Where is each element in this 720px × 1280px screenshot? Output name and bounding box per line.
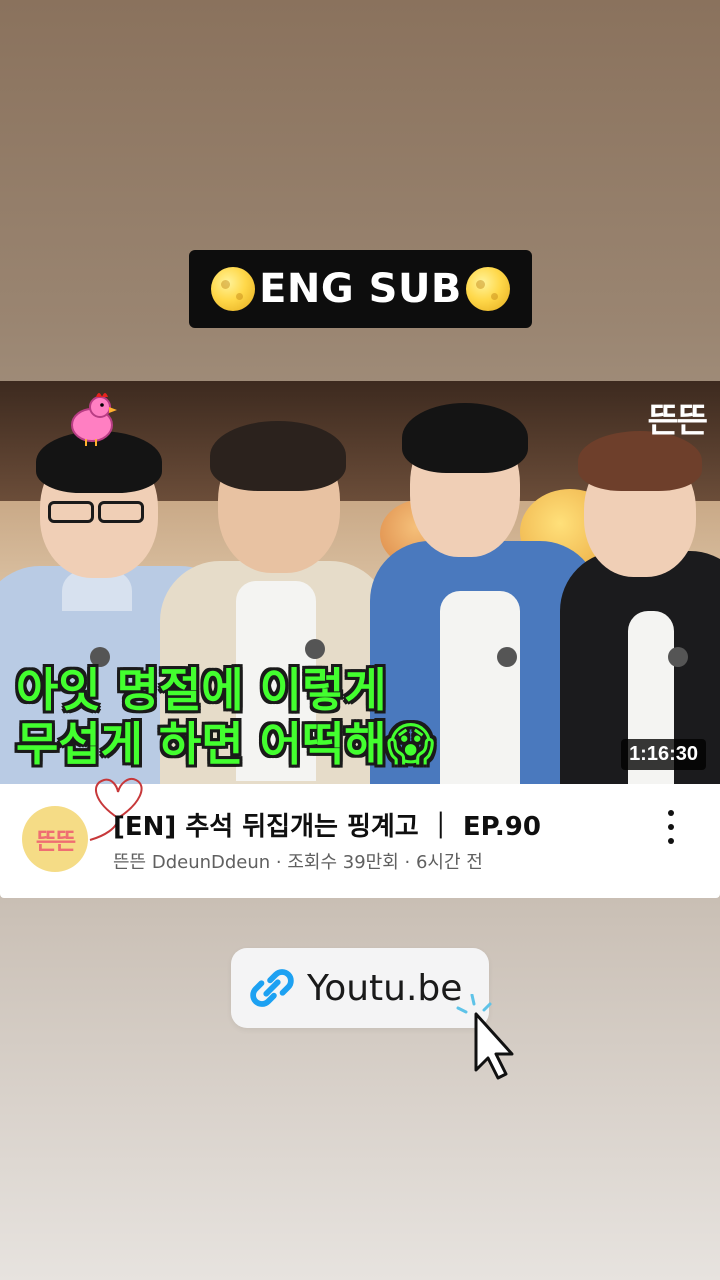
hen-sticker-icon bbox=[71, 393, 117, 446]
thumbnail-caption: 아잇 명절에 이렇게 무섭게 하면 어떡해😱 bbox=[16, 663, 435, 771]
eng-sub-label: ENG SUB bbox=[259, 266, 462, 312]
video-info-card[interactable]: 뜬뜬 [EN] 추석 뒤집개는 핑계고 ｜ EP.90 뜬뜬 DdeunDdeu… bbox=[0, 778, 720, 898]
link-icon bbox=[250, 969, 294, 1007]
eng-sub-badge: ENG SUB bbox=[189, 250, 532, 328]
full-moon-icon bbox=[465, 267, 510, 311]
channel-watermark: 뜬뜬 bbox=[647, 401, 708, 441]
cursor-icon bbox=[456, 994, 514, 1080]
link-sticker[interactable]: Youtu.be bbox=[231, 948, 489, 1028]
full-moon-icon bbox=[211, 267, 256, 311]
caption-line-1: 아잇 명절에 이렇게 bbox=[16, 663, 387, 717]
video-meta: 뜬뜬 DdeunDdeun · 조회수 39만회 · 6시간 전 bbox=[113, 852, 483, 873]
link-label: Youtu.be bbox=[307, 967, 463, 1009]
caption-line-2: 무섭게 하면 어떡해😱 bbox=[16, 717, 435, 771]
video-duration: 1:16:30 bbox=[621, 739, 706, 770]
video-thumbnail[interactable]: 뜬뜬 아잇 명절에 이렇게 무섭게 하면 어떡해😱 1:16:30 bbox=[0, 381, 720, 784]
more-vert-icon[interactable] bbox=[660, 810, 682, 844]
video-title[interactable]: [EN] 추석 뒤집개는 핑계고 ｜ EP.90 bbox=[113, 806, 541, 843]
channel-avatar[interactable]: 뜬뜬 bbox=[22, 806, 88, 872]
